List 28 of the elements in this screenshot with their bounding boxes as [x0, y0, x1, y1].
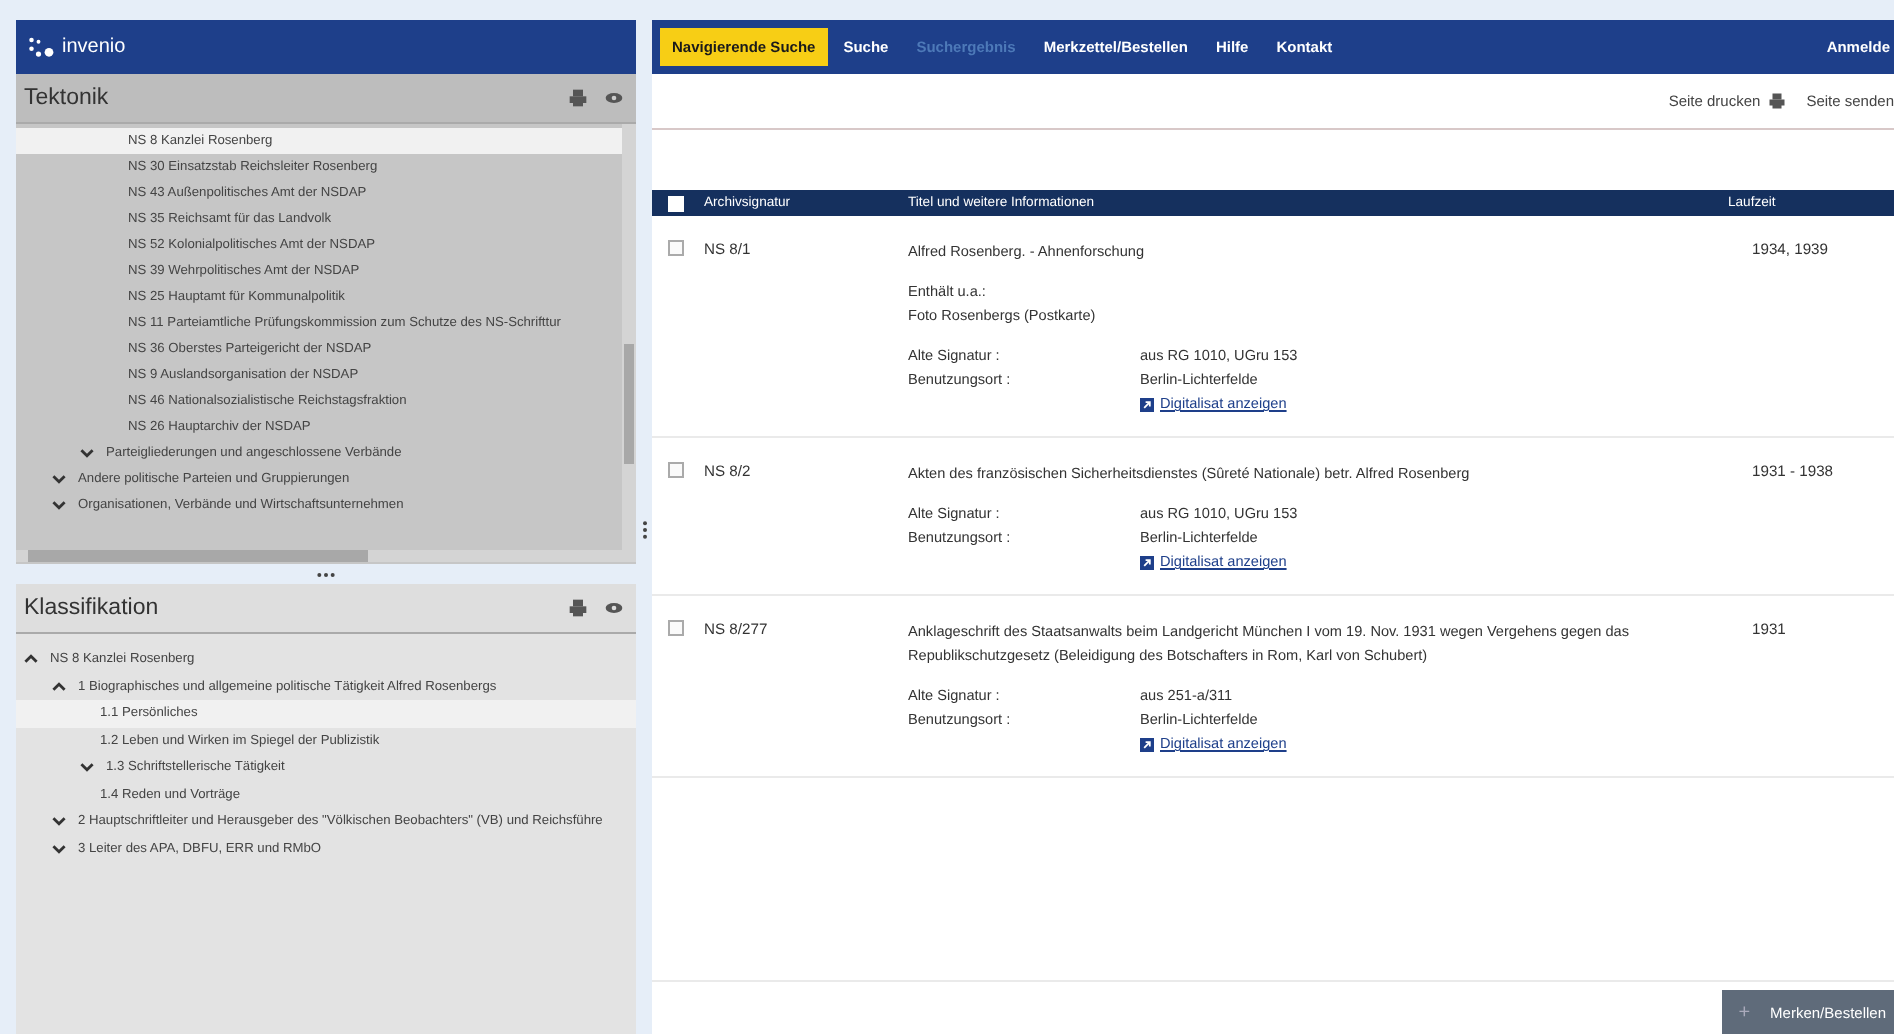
select-all-checkbox[interactable]: [668, 195, 684, 211]
print-icon[interactable]: [568, 88, 588, 108]
drag-handle-icon[interactable]: [316, 571, 336, 577]
external-link-icon: [1140, 555, 1154, 569]
print-icon[interactable]: [1768, 92, 1787, 110]
eye-icon[interactable]: [604, 598, 624, 618]
chevron-down-icon[interactable]: [80, 760, 94, 775]
panel-title: Klassifikation: [24, 596, 161, 620]
scrollbar[interactable]: [622, 124, 636, 550]
chevron-up-icon[interactable]: [24, 652, 38, 667]
dots-logo-icon: [28, 36, 56, 58]
eye-icon[interactable]: [604, 88, 624, 108]
logo-text: invenio: [62, 36, 126, 58]
row-checkbox[interactable]: [668, 240, 684, 256]
row-checkbox[interactable]: [668, 620, 684, 636]
row-checkbox[interactable]: [668, 462, 684, 478]
print-icon[interactable]: [568, 598, 588, 618]
chevron-up-icon[interactable]: [52, 679, 66, 694]
chevron-down-icon[interactable]: [52, 472, 66, 486]
chevron-down-icon[interactable]: [52, 841, 66, 856]
external-link-icon: [1140, 397, 1154, 411]
external-link-icon: [1140, 737, 1154, 751]
chevron-down-icon[interactable]: [80, 446, 94, 460]
scrollbar[interactable]: [16, 550, 636, 562]
chevron-down-icon[interactable]: [52, 498, 66, 512]
chevron-down-icon[interactable]: [52, 814, 66, 829]
panel-title: Tektonik: [24, 86, 111, 110]
drag-handle-icon[interactable]: [641, 519, 647, 539]
